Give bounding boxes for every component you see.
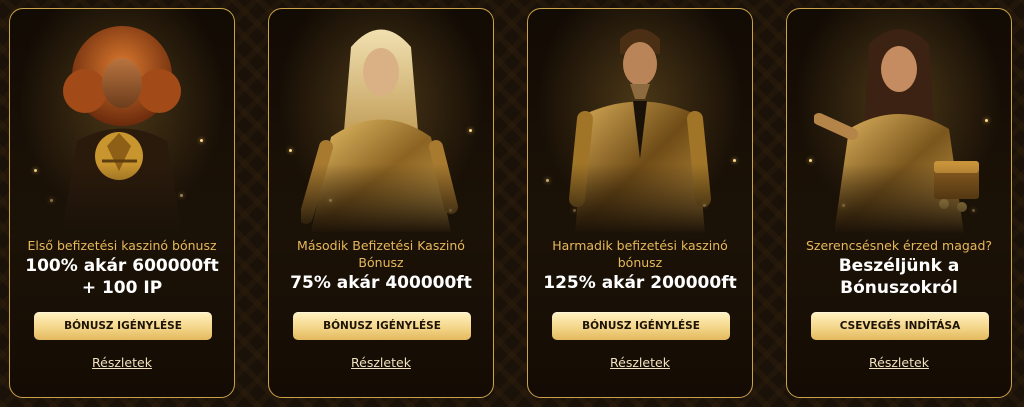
- bonus-subtitle: Harmadik befizetési kaszinó bónusz: [552, 238, 728, 270]
- bonus-offers-section: Első befizetési kaszinó bónusz 100% akár…: [0, 0, 1024, 407]
- bonus-subtitle: Szerencsésnek érzed magad?: [805, 238, 993, 253]
- card-illustration: [269, 9, 493, 234]
- start-chat-button[interactable]: CSEVEGÉS INDÍTÁSA: [811, 312, 989, 340]
- bonus-headline: 125% akár 200000ft: [528, 272, 752, 294]
- bonus-headline: 75% akár 400000ft: [269, 272, 493, 294]
- bonus-headline: 100% akár 600000ft + 100 IP: [10, 255, 234, 299]
- bonus-headline-line-1: 75% akár 400000ft: [290, 273, 472, 293]
- claim-bonus-button[interactable]: BÓNUSZ IGÉNYLÉSE: [293, 312, 471, 340]
- bonus-card-chat: Szerencsésnek érzed magad? Beszéljünk a …: [786, 8, 1012, 398]
- bonus-card-first-deposit: Első befizetési kaszinó bónusz 100% akár…: [9, 8, 235, 398]
- details-link[interactable]: Részletek: [528, 355, 752, 370]
- bonus-headline-line-1: Beszéljünk a: [838, 256, 960, 276]
- claim-bonus-button[interactable]: BÓNUSZ IGÉNYLÉSE: [34, 312, 212, 340]
- card-illustration: [528, 9, 752, 234]
- bonus-headline-line-1: 100% akár 600000ft: [25, 256, 219, 276]
- bonus-subtitle: Második Befizetési Kaszinó Bónusz: [297, 238, 465, 270]
- bonus-headline-line-2: + 100 IP: [81, 278, 163, 298]
- bonus-card-second-deposit: Második Befizetési Kaszinó Bónusz 75% ak…: [268, 8, 494, 398]
- details-link[interactable]: Részletek: [10, 355, 234, 370]
- card-illustration: [787, 9, 1011, 234]
- claim-bonus-button[interactable]: BÓNUSZ IGÉNYLÉSE: [552, 312, 730, 340]
- bonus-headline: Beszéljünk a Bónuszokról: [787, 255, 1011, 299]
- bonus-subtitle: Első befizetési kaszinó bónusz: [27, 238, 217, 253]
- card-illustration: [10, 9, 234, 234]
- details-link[interactable]: Részletek: [787, 355, 1011, 370]
- bonus-headline-line-2: Bónuszokról: [840, 278, 958, 298]
- bonus-card-third-deposit: Harmadik befizetési kaszinó bónusz 125% …: [527, 8, 753, 398]
- details-link[interactable]: Részletek: [269, 355, 493, 370]
- bonus-headline-line-1: 125% akár 200000ft: [543, 273, 737, 293]
